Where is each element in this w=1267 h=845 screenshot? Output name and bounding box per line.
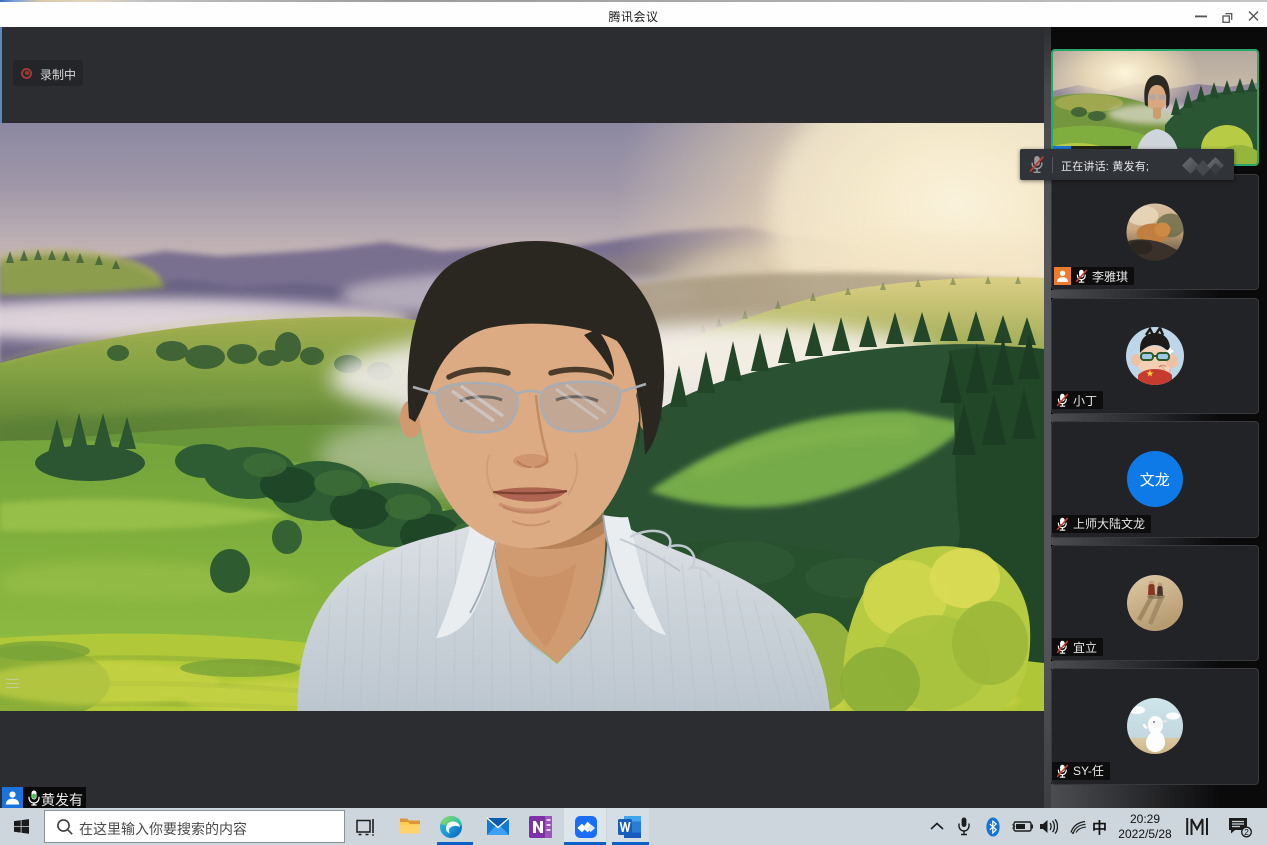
svg-text:2: 2 — [1244, 827, 1249, 837]
